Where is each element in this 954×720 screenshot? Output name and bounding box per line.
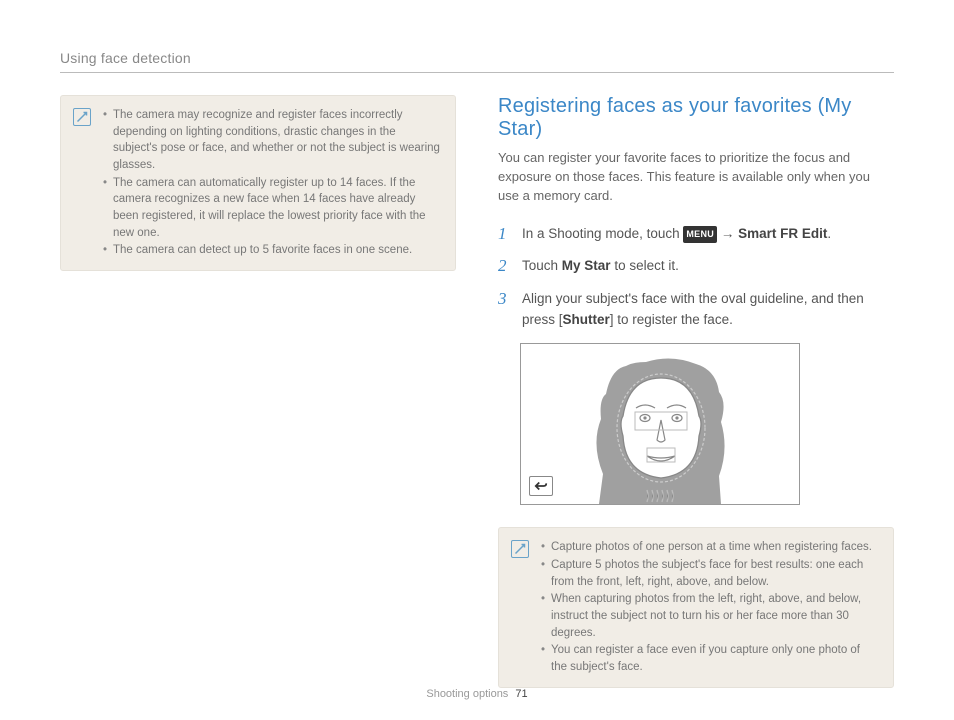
note-icon — [73, 108, 91, 126]
note-list: The camera may recognize and register fa… — [101, 106, 441, 260]
note-icon — [511, 540, 529, 558]
section-title: Registering faces as your favorites (My … — [498, 95, 894, 141]
step-2: 2 Touch My Star to select it. — [498, 256, 894, 277]
menu-button-icon: MENU — [683, 226, 717, 244]
step-number: 1 — [498, 224, 512, 245]
step-text: In a Shooting mode, touch MENU → Smart F… — [522, 224, 831, 245]
footer-section: Shooting options — [426, 688, 508, 700]
note-item: You can register a face even if you capt… — [541, 642, 879, 675]
note-list: Capture photos of one person at a time w… — [539, 538, 879, 676]
step-number: 2 — [498, 256, 512, 277]
step-number: 3 — [498, 289, 512, 331]
section-header: Using face detection — [60, 50, 894, 73]
note-item: The camera may recognize and register fa… — [103, 107, 441, 174]
section-intro: You can register your favorite faces to … — [498, 149, 894, 206]
face-registration-illustration — [520, 343, 800, 505]
page-footer: Shooting options 71 — [0, 688, 954, 700]
back-button[interactable] — [529, 476, 553, 496]
note-box-left: The camera may recognize and register fa… — [60, 95, 456, 271]
step-3: 3 Align your subject's face with the ova… — [498, 289, 894, 331]
note-item: The camera can detect up to 5 favorite f… — [103, 242, 441, 259]
step-text: Align your subject's face with the oval … — [522, 289, 894, 331]
note-item: Capture 5 photos the subject's face for … — [541, 557, 879, 590]
step-text: Touch My Star to select it. — [522, 256, 679, 277]
page-number: 71 — [515, 688, 527, 700]
note-item: Capture photos of one person at a time w… — [541, 539, 879, 556]
note-item: When capturing photos from the left, rig… — [541, 591, 879, 641]
step-1: 1 In a Shooting mode, touch MENU → Smart… — [498, 224, 894, 245]
note-box-right: Capture photos of one person at a time w… — [498, 527, 894, 687]
note-item: The camera can automatically register up… — [103, 175, 441, 242]
